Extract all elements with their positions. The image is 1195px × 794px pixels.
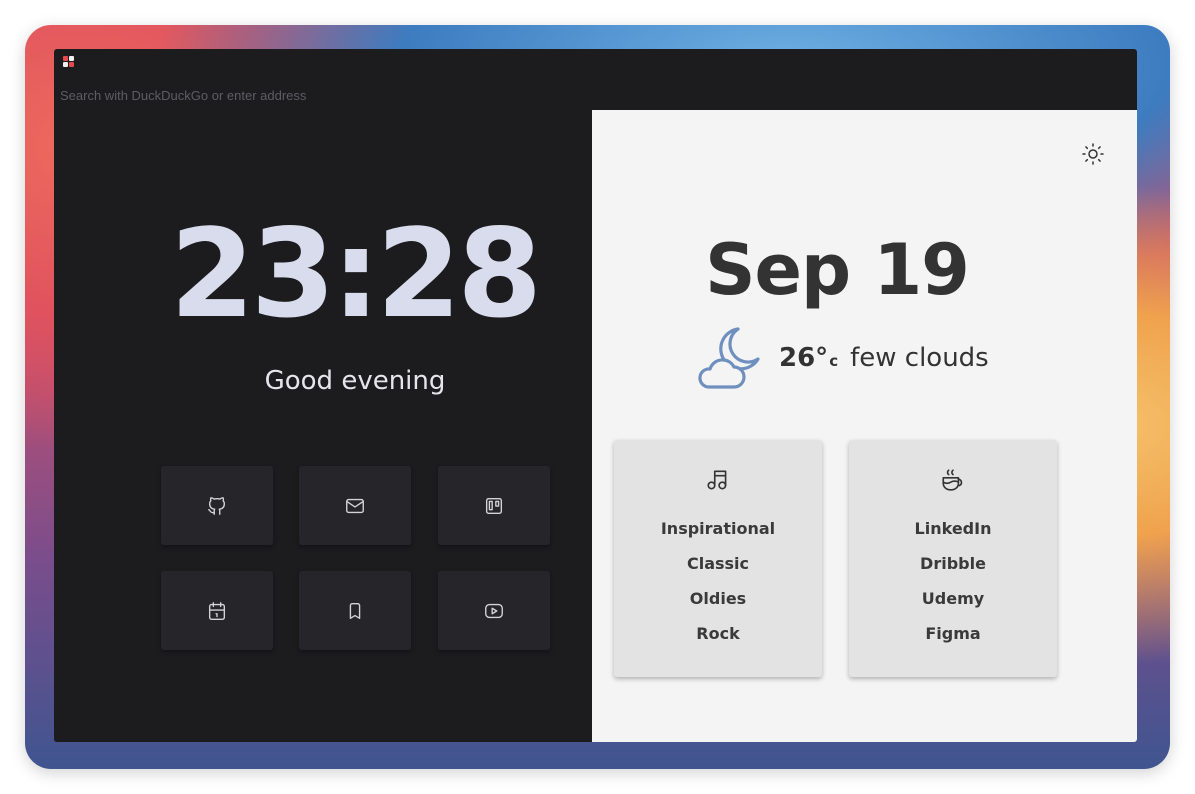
bookmark-icon <box>349 602 361 619</box>
links-card-music: Inspirational Classic Oldies Rock <box>614 440 822 677</box>
shortcut-bookmark[interactable] <box>299 571 411 650</box>
weather-condition: few clouds <box>850 343 989 373</box>
card-link[interactable]: Inspirational <box>614 517 822 552</box>
youtube-icon <box>485 603 503 618</box>
card-link[interactable]: Figma <box>849 622 1057 657</box>
greeting-text: Good evening <box>264 366 446 396</box>
browser-window: 23:28 Good evening <box>54 49 1137 742</box>
theme-toggle-button[interactable] <box>1080 141 1106 167</box>
card-link-list: LinkedIn Dribble Udemy Figma <box>849 517 1057 657</box>
address-input[interactable] <box>60 85 660 105</box>
weather-unit: c <box>829 352 839 370</box>
clock-time: 23:28 <box>169 203 542 345</box>
mail-icon <box>346 498 364 513</box>
shortcut-youtube[interactable] <box>438 571 550 650</box>
date-display: Sep 19 <box>705 229 970 311</box>
trello-icon <box>485 497 503 514</box>
address-bar <box>54 79 1137 109</box>
tab-bar <box>54 49 1137 79</box>
coffee-cup-icon <box>942 469 963 491</box>
shortcut-trello[interactable] <box>438 466 550 545</box>
card-link[interactable]: LinkedIn <box>849 517 1057 552</box>
weather-summary: 26°c few clouds <box>779 343 989 377</box>
card-link[interactable]: Oldies <box>614 587 822 622</box>
card-link-list: Inspirational Classic Oldies Rock <box>614 517 822 657</box>
tab-favicon-icon[interactable] <box>63 56 75 68</box>
links-card-work: LinkedIn Dribble Udemy Figma <box>849 440 1057 677</box>
github-icon <box>208 496 226 515</box>
moon-cloud-icon <box>698 327 760 389</box>
card-link[interactable]: Dribble <box>849 552 1057 587</box>
card-link[interactable]: Rock <box>614 622 822 657</box>
left-pane: 23:28 Good evening <box>54 110 592 742</box>
music-note-icon <box>707 470 727 490</box>
shortcut-calendar[interactable] <box>161 571 273 650</box>
weather-temperature: 26° <box>779 343 829 373</box>
card-link[interactable]: Classic <box>614 552 822 587</box>
card-link[interactable]: Udemy <box>849 587 1057 622</box>
calendar-icon <box>208 601 226 620</box>
sun-icon <box>1082 143 1104 165</box>
shortcut-github[interactable] <box>161 466 273 545</box>
shortcut-mail[interactable] <box>299 466 411 545</box>
right-pane: Sep 19 26°c few clouds Inspirational Clas… <box>592 110 1137 742</box>
